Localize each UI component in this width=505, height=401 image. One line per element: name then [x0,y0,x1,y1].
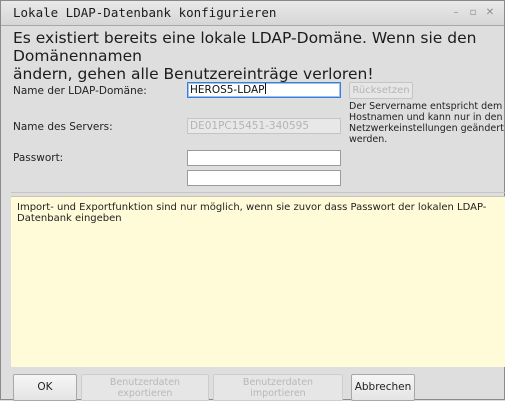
password-label: Passwort: [13,152,64,164]
server-name-hint: Der Servername entspricht dem Hostnamen … [349,101,504,145]
password-confirm-input[interactable] [187,170,341,186]
domain-name-input[interactable]: HEROS5-LDAP [187,82,341,98]
maximize-icon[interactable]: ▫ [465,4,481,22]
close-icon[interactable]: ✕ [482,4,498,22]
import-users-button[interactable]: Benutzerdaten importieren [213,374,343,401]
info-message-box: Import- und Exportfunktion sind nur mögl… [11,196,505,367]
domain-label: Name der LDAP-Domäne: [13,85,147,97]
cancel-button[interactable]: Abbrechen [351,374,415,401]
info-message: Import- und Exportfunktion sind nur mögl… [17,202,487,224]
import-label-line2: importieren [250,387,306,399]
server-name-input: DE01PC15451-340595 [187,118,341,134]
export-users-button[interactable]: Benutzerdaten exportieren [81,374,209,401]
ok-label: OK [37,381,53,393]
export-label-line1: Benutzerdaten [109,376,181,388]
divider [11,192,505,193]
cancel-label: Abbrechen [354,381,412,393]
password-input[interactable] [187,150,341,166]
ok-button[interactable]: OK [13,374,77,401]
server-label: Name des Servers: [13,121,113,133]
window-controls: – ▫ ✕ [448,4,500,22]
export-label-line2: exportieren [117,387,173,399]
domain-name-value: HEROS5-LDAP [190,84,265,96]
import-label-line1: Benutzerdaten [242,376,314,388]
ldap-config-dialog: Lokale LDAP-Datenbank konfigurieren – ▫ … [0,0,505,401]
window-title: Lokale LDAP-Datenbank konfigurieren [13,5,277,20]
minimize-icon[interactable]: – [448,4,464,22]
domain-change-warning: Es existiert bereits eine lokale LDAP-Do… [13,29,477,83]
title-bar[interactable]: Lokale LDAP-Datenbank konfigurieren – ▫ … [1,1,504,26]
reset-button[interactable]: Rücksetzen [349,82,413,99]
text-caret [264,83,266,94]
